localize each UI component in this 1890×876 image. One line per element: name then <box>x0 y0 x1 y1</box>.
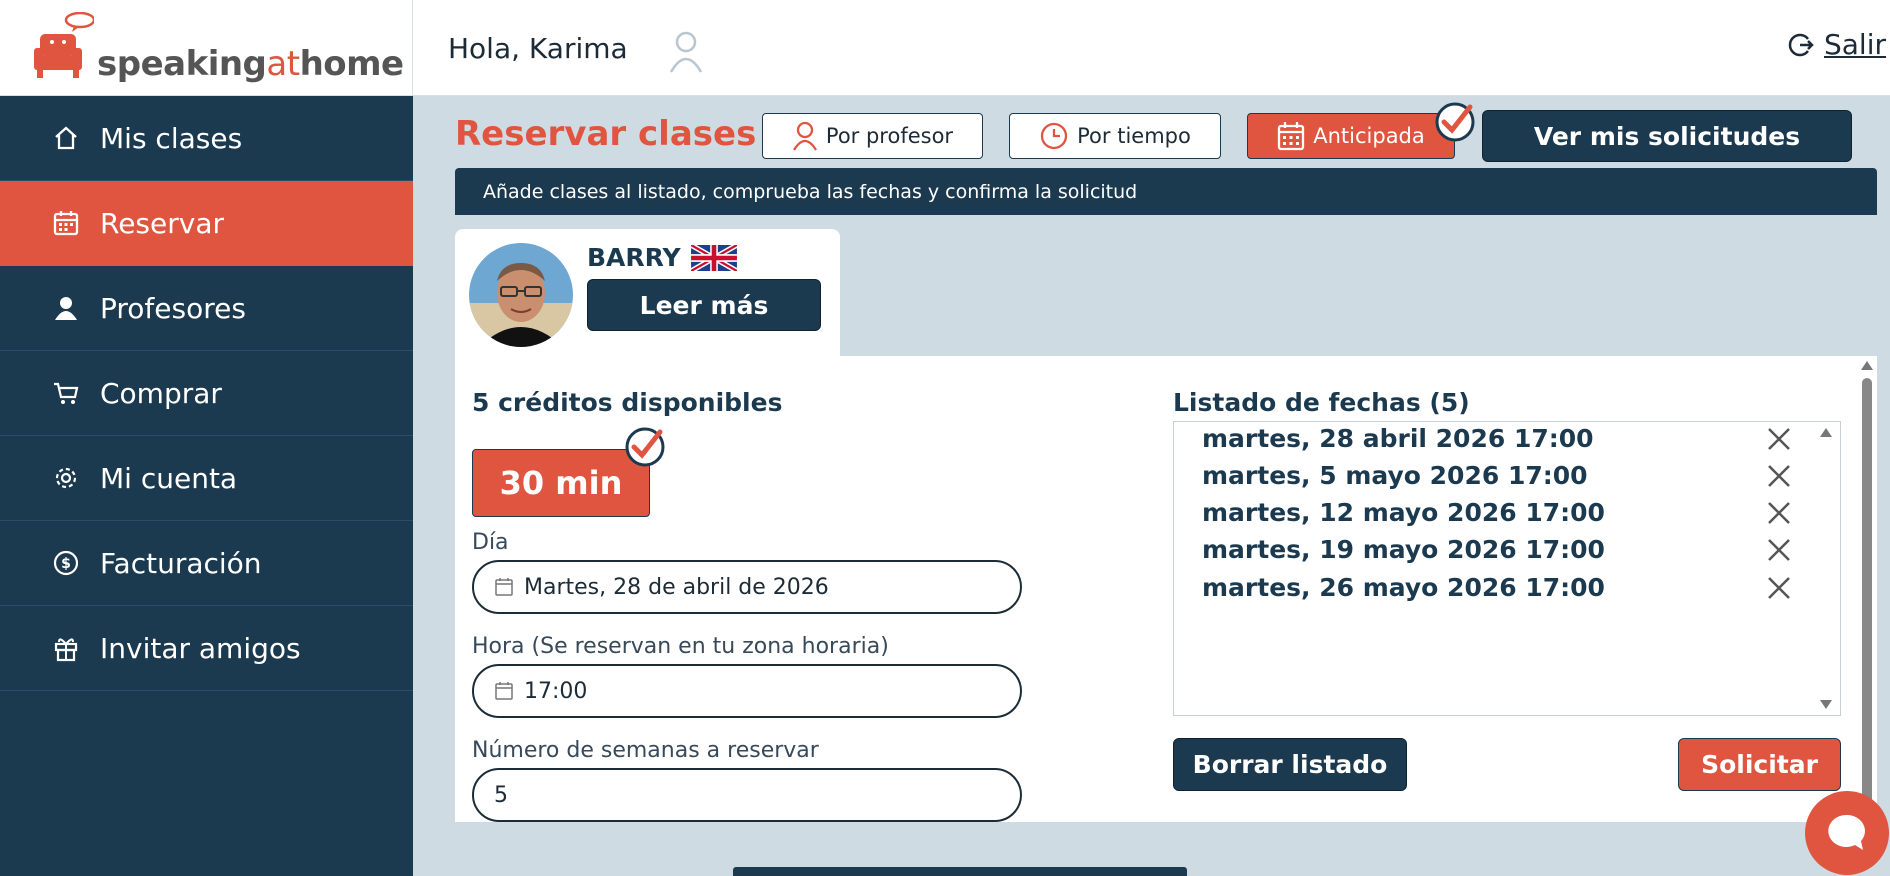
date-text: martes, 19 mayo 2026 17:00 <box>1202 535 1605 564</box>
view-requests-button[interactable]: Ver mis solicitudes <box>1482 110 1852 162</box>
calendar-icon <box>1278 122 1305 151</box>
selected-check-icon <box>1435 102 1475 142</box>
clear-list-button[interactable]: Borrar listado <box>1173 738 1407 791</box>
home-icon <box>50 122 82 154</box>
list-item: martes, 12 mayo 2026 17:00 <box>1202 494 1812 531</box>
time-field[interactable]: 17:00 <box>472 664 1022 718</box>
close-icon[interactable] <box>1766 575 1792 601</box>
gear-icon <box>50 462 82 494</box>
selected-check-icon <box>625 427 665 467</box>
greeting-text: Hola, Karima <box>448 32 628 65</box>
list-item: martes, 5 mayo 2026 17:00 <box>1202 457 1812 494</box>
page-title: Reservar clases <box>455 114 757 154</box>
person-icon <box>792 121 817 151</box>
clock-icon <box>1040 122 1068 150</box>
teacher-avatar[interactable] <box>469 243 573 347</box>
date-text: martes, 12 mayo 2026 17:00 <box>1202 498 1605 527</box>
logout-icon <box>1788 33 1814 56</box>
sofa-logo-icon <box>34 12 94 78</box>
sidebar-item-label: Reservar <box>100 206 224 240</box>
close-icon[interactable] <box>1766 537 1792 563</box>
uk-flag-icon <box>690 244 737 271</box>
info-banner: Añade clases al listado, comprueba las f… <box>455 168 1877 215</box>
close-icon[interactable] <box>1766 500 1792 526</box>
mode-by-time-button[interactable]: Por tiempo <box>1009 113 1221 159</box>
sidebar-item-label: Mis clases <box>100 121 243 155</box>
top-header: speakingathome Hola, Karima Salir <box>0 0 1890 96</box>
teacher-name-text: BARRY <box>587 243 681 272</box>
dates-list-title: Listado de fechas (5) <box>1173 388 1470 417</box>
weeks-label: Número de semanas a reservar <box>472 738 819 763</box>
close-icon[interactable] <box>1766 463 1792 489</box>
teacher-card: BARRY Leer más <box>455 229 840 356</box>
mode-advance-button[interactable]: Anticipada <box>1247 113 1455 159</box>
chat-button[interactable] <box>1805 791 1889 875</box>
bottom-bar <box>733 867 1187 876</box>
sidebar-item-reservar[interactable]: Reservar <box>0 181 413 266</box>
sidebar-item-label: Facturación <box>100 546 262 580</box>
read-more-button[interactable]: Leer más <box>587 279 821 331</box>
booking-panel: 5 créditos disponibles 30 min Día Martes… <box>455 356 1877 822</box>
calendar-icon <box>495 682 513 700</box>
day-value: Martes, 28 de abril de 2026 <box>524 574 829 600</box>
sidebar-item-mis-clases[interactable]: Mis clases <box>0 96 413 181</box>
sidebar-item-label: Invitar amigos <box>100 631 301 665</box>
weeks-value: 5 <box>494 782 508 808</box>
list-scroll-up-arrow[interactable] <box>1820 428 1832 437</box>
list-scroll-down-arrow[interactable] <box>1820 700 1832 709</box>
gift-icon <box>50 632 82 664</box>
chat-icon <box>1828 814 1865 850</box>
mode-by-teacher-button[interactable]: Por profesor <box>762 113 983 159</box>
date-text: martes, 28 abril 2026 17:00 <box>1202 424 1594 453</box>
mode-label: Por profesor <box>825 124 954 148</box>
mode-label: Por tiempo <box>1077 124 1191 148</box>
logout-label: Salir <box>1823 28 1886 61</box>
cart-icon <box>50 377 82 409</box>
svg-text:$: $ <box>61 556 71 572</box>
submit-request-button[interactable]: Solicitar <box>1678 738 1841 791</box>
brand-name: speakingathome <box>97 44 404 84</box>
logout-link[interactable]: Salir <box>1786 28 1886 61</box>
sidebar-item-label: Comprar <box>100 376 222 410</box>
sidebar-item-label: Profesores <box>100 291 246 325</box>
sidebar-item-invitar-amigos[interactable]: Invitar amigos <box>0 606 413 691</box>
close-icon[interactable] <box>1766 426 1792 452</box>
scroll-up-arrow[interactable] <box>1861 361 1873 370</box>
sidebar: Mis clases Reservar Profesores Comprar M… <box>0 96 413 876</box>
calendar-icon <box>495 578 513 596</box>
list-item: martes, 26 mayo 2026 17:00 <box>1202 569 1812 606</box>
dates-list[interactable]: martes, 28 abril 2026 17:00 martes, 5 ma… <box>1173 421 1841 716</box>
person-icon <box>50 292 82 324</box>
user-avatar-icon[interactable] <box>668 30 704 74</box>
day-label: Día <box>472 530 509 555</box>
scrollbar-thumb[interactable] <box>1862 378 1872 822</box>
sidebar-item-comprar[interactable]: Comprar <box>0 351 413 436</box>
logo[interactable]: speakingathome <box>0 0 413 96</box>
sidebar-item-label: Mi cuenta <box>100 461 238 495</box>
teacher-name: BARRY <box>587 243 737 272</box>
time-value: 17:00 <box>524 678 588 704</box>
day-field[interactable]: Martes, 28 de abril de 2026 <box>472 560 1022 614</box>
time-label: Hora (Se reservan en tu zona horaria) <box>472 634 889 659</box>
mode-label: Anticipada <box>1313 124 1425 148</box>
sidebar-item-mi-cuenta[interactable]: Mi cuenta <box>0 436 413 521</box>
list-item: martes, 19 mayo 2026 17:00 <box>1202 531 1812 568</box>
weeks-field[interactable]: 5 <box>472 768 1022 822</box>
date-text: martes, 26 mayo 2026 17:00 <box>1202 573 1605 602</box>
sidebar-item-profesores[interactable]: Profesores <box>0 266 413 351</box>
date-text: martes, 5 mayo 2026 17:00 <box>1202 461 1588 490</box>
credits-available: 5 créditos disponibles <box>472 388 783 417</box>
panel-scrollbar[interactable] <box>1857 356 1877 822</box>
calendar-icon <box>50 207 82 239</box>
list-item: martes, 28 abril 2026 17:00 <box>1202 420 1812 457</box>
sidebar-item-facturacion[interactable]: $ Facturación <box>0 521 413 606</box>
dollar-icon: $ <box>50 547 82 579</box>
